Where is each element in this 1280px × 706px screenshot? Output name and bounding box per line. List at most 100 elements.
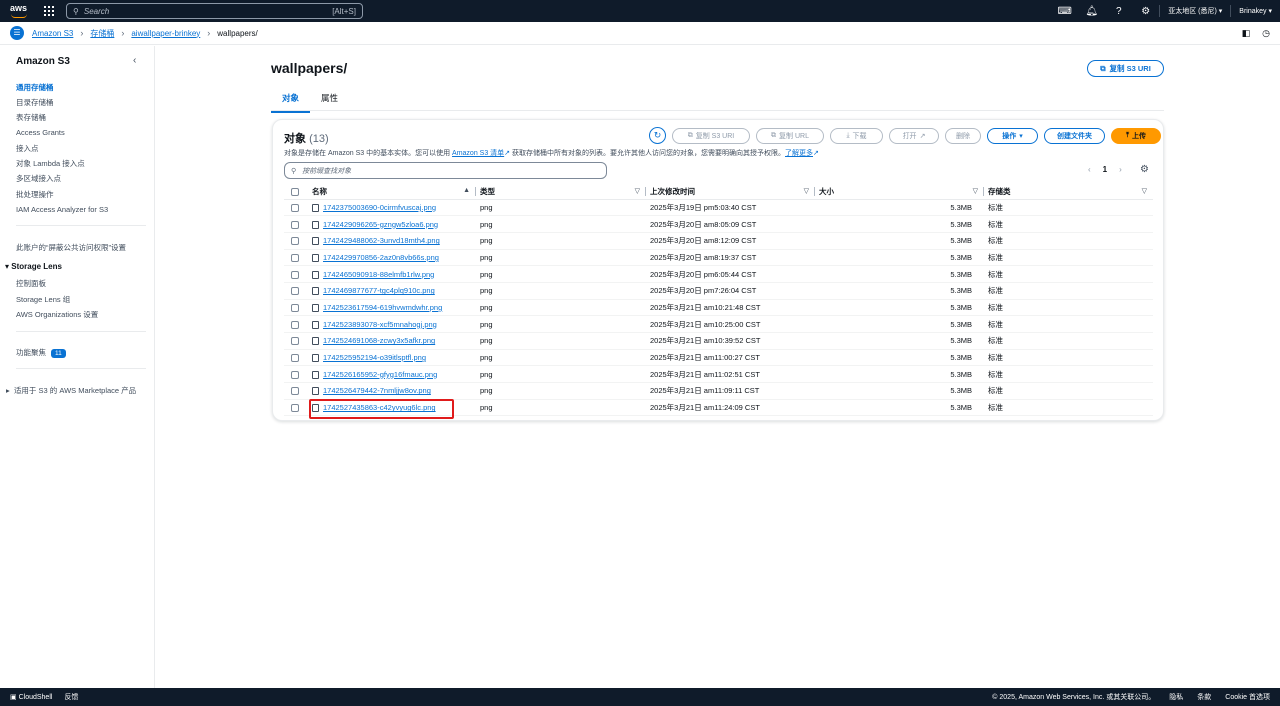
row-checkbox[interactable] — [291, 253, 299, 262]
sidebar-item-org-settings[interactable]: AWS Organizations 设置 — [16, 309, 98, 320]
row-checkbox-cell[interactable] — [284, 299, 308, 317]
region-selector[interactable]: 亚太地区 (悉尼) ▾ — [1160, 6, 1230, 16]
object-link[interactable]: 1742429970856-2az0n8vb66s.png — [323, 253, 439, 262]
table-row[interactable]: 1742429096265-gzngw5zloa6.png png 2025年3月2… — [284, 215, 1153, 233]
sidebar-item-iam-analyzer[interactable]: IAM Access Analyzer for S3 — [16, 205, 108, 214]
object-link[interactable]: 1742523893078-xcf5mnahogj.png — [323, 320, 437, 329]
delete-button[interactable]: 删除 — [945, 127, 981, 144]
table-row[interactable]: 1742375003690-0cirmfvuscaj.png png 2025年3月… — [284, 199, 1153, 217]
table-row[interactable]: 1742465090918-88elmfb1rlw.png png 2025年3月2… — [284, 265, 1153, 283]
sidebar-item-block-public-access[interactable]: 此账户的“屏蔽公共访问权限”设置 — [16, 242, 126, 253]
col-size[interactable]: 大小 ▽ — [815, 184, 984, 200]
object-link[interactable]: 1742465090918-88elmfb1rlw.png — [323, 270, 434, 279]
table-row[interactable]: 1742429488062-3unvd18mth4.png png 2025年3月2… — [284, 232, 1153, 250]
row-checkbox-cell[interactable] — [284, 315, 308, 333]
search-input[interactable]: ⚲ Search [Alt+S] — [66, 3, 363, 19]
next-page-icon[interactable]: › — [1119, 165, 1122, 174]
row-checkbox-cell[interactable] — [284, 349, 308, 367]
object-link[interactable]: 1742525952194-o39itlsptfl.png — [323, 353, 426, 362]
sidebar-item-batch-ops[interactable]: 批处理操作 — [16, 189, 54, 200]
learn-more-link[interactable]: 了解更多 — [785, 150, 813, 157]
sidebar-item-marketplace[interactable]: ▸ 适用于 S3 的 AWS Marketplace 产品 — [6, 385, 136, 396]
terms-link[interactable]: 条款 — [1197, 692, 1211, 702]
page-number[interactable]: 1 — [1103, 165, 1107, 174]
sidebar-item-object-lambda[interactable]: 对象 Lambda 接入点 — [16, 158, 85, 169]
object-link[interactable]: 1742523617594-619hvwmdwhr.png — [323, 303, 442, 312]
row-checkbox[interactable] — [291, 320, 299, 329]
table-row[interactable]: 1742523893078-xcf5mnahogj.png png 2025年3月2… — [284, 315, 1153, 333]
row-checkbox-cell[interactable] — [284, 232, 308, 250]
panel-toggle-icon[interactable]: ◧ — [1242, 28, 1251, 39]
gear-icon[interactable]: ⚙ — [1132, 6, 1159, 17]
row-checkbox-cell[interactable] — [284, 249, 308, 267]
sidebar-item-table-buckets[interactable]: 表存储桶 — [16, 112, 46, 123]
table-row[interactable]: 1742527435863-c42yvyug6lc.png png 2025年3月2… — [284, 399, 1153, 417]
object-link[interactable]: 1742429096265-gzngw5zloa6.png — [323, 220, 438, 229]
table-row[interactable]: 1742525952194-o39itlsptfl.png png 2025年3月2… — [284, 349, 1153, 367]
download-button[interactable]: ⤓ 下载 — [830, 127, 883, 144]
copy-s3-uri-button[interactable]: ⧉ 复制 S3 URI — [1087, 60, 1164, 77]
row-checkbox-cell[interactable] — [284, 332, 308, 350]
row-checkbox-cell[interactable] — [284, 282, 308, 300]
row-checkbox[interactable] — [291, 337, 299, 346]
cloudshell-link[interactable]: ▣ CloudShell — [10, 693, 52, 701]
cloudshell-icon[interactable]: ⌨ — [1051, 6, 1078, 17]
select-all-checkbox[interactable] — [291, 187, 299, 196]
chevron-left-icon[interactable]: ‹ — [133, 55, 136, 66]
sidebar-section-storage-lens[interactable]: ▾ Storage Lens — [5, 262, 62, 271]
sidebar-item-dashboards[interactable]: 控制面板 — [16, 278, 46, 289]
object-link[interactable]: 1742429488062-3unvd18mth4.png — [323, 236, 440, 245]
col-type[interactable]: 类型 ▽ — [476, 184, 646, 200]
col-modified[interactable]: 上次修改时间 ▽ — [646, 184, 815, 200]
menu-icon[interactable]: ☰ — [10, 26, 24, 40]
row-checkbox[interactable] — [291, 404, 299, 413]
gear-icon[interactable]: ⚙ — [1140, 164, 1149, 175]
user-menu[interactable]: Brinakey ▾ — [1231, 7, 1280, 15]
row-checkbox[interactable] — [291, 203, 299, 212]
table-row[interactable]: 1742523617594-619hvwmdwhr.png png 2025年3月2… — [284, 299, 1153, 317]
upload-button[interactable]: ⤒ 上传 — [1111, 127, 1161, 144]
row-checkbox[interactable] — [291, 237, 299, 246]
object-link[interactable]: 1742526165952-gfyg16fmauc.png — [323, 370, 437, 379]
object-link[interactable]: 1742526479442-7nmljjw8ov.png — [323, 386, 431, 395]
sidebar-item-access-points[interactable]: 接入点 — [16, 143, 39, 154]
breadcrumb-buckets[interactable]: 存储桶 — [90, 28, 114, 39]
feedback-link[interactable]: 反馈 — [64, 692, 78, 702]
object-link[interactable]: 1742375003690-0cirmfvuscaj.png — [323, 203, 436, 212]
create-folder-button[interactable]: 创建文件夹 — [1044, 127, 1105, 144]
table-row[interactable]: 1742429970856-2az0n8vb66s.png png 2025年3月2… — [284, 249, 1153, 267]
bell-icon[interactable]: 🔔︎ — [1078, 6, 1105, 17]
sidebar-item-multi-region[interactable]: 多区域接入点 — [16, 173, 61, 184]
row-checkbox[interactable] — [291, 370, 299, 379]
sidebar-item-feature-spotlight[interactable]: 功能聚焦 11 — [16, 347, 66, 358]
col-storage-class[interactable]: 存储类 ▽ — [984, 184, 1153, 200]
table-row[interactable]: 1742526165952-gfyg16fmauc.png png 2025年3月2… — [284, 365, 1153, 384]
sidebar-item-lens-groups[interactable]: Storage Lens 组 — [16, 294, 70, 305]
refresh-button[interactable]: ↻ — [649, 127, 666, 144]
select-all-checkbox-cell[interactable] — [284, 184, 308, 200]
row-checkbox[interactable] — [291, 270, 299, 279]
prev-page-icon[interactable]: ‹ — [1088, 165, 1091, 174]
row-checkbox[interactable] — [291, 387, 299, 396]
privacy-link[interactable]: 隐私 — [1169, 692, 1183, 702]
row-checkbox[interactable] — [291, 220, 299, 229]
cookie-link[interactable]: Cookie 首选项 — [1225, 692, 1270, 702]
sidebar-item-access-grants[interactable]: Access Grants — [16, 128, 65, 137]
row-checkbox-cell[interactable] — [284, 199, 308, 217]
find-objects-input[interactable]: ⚲ 按前缀查找对象 — [284, 162, 607, 179]
sidebar-item-directory-buckets[interactable]: 目录存储桶 — [16, 97, 54, 108]
col-name[interactable]: 名称 ▲ — [308, 184, 476, 200]
inventory-link[interactable]: Amazon S3 清单 — [452, 150, 504, 157]
row-checkbox-cell[interactable] — [284, 382, 308, 400]
sidebar-item-general-buckets[interactable]: 通用存储桶 — [16, 82, 54, 93]
row-checkbox-cell[interactable] — [284, 265, 308, 283]
help-icon[interactable]: ? — [1105, 6, 1132, 17]
clock-icon[interactable]: ◷ — [1262, 28, 1270, 39]
object-link[interactable]: 1742524691068-zcwy3x5afkr.png — [323, 336, 435, 345]
breadcrumb-bucket[interactable]: aiwallpaper-brinkey — [131, 29, 200, 38]
row-checkbox-cell[interactable] — [284, 215, 308, 233]
open-button[interactable]: 打开 ↗ — [889, 127, 939, 144]
actions-dropdown[interactable]: 操作 ▾ — [987, 127, 1038, 144]
object-link[interactable]: 1742527435863-c42yvyug6lc.png — [323, 403, 436, 412]
row-checkbox[interactable] — [291, 303, 299, 312]
